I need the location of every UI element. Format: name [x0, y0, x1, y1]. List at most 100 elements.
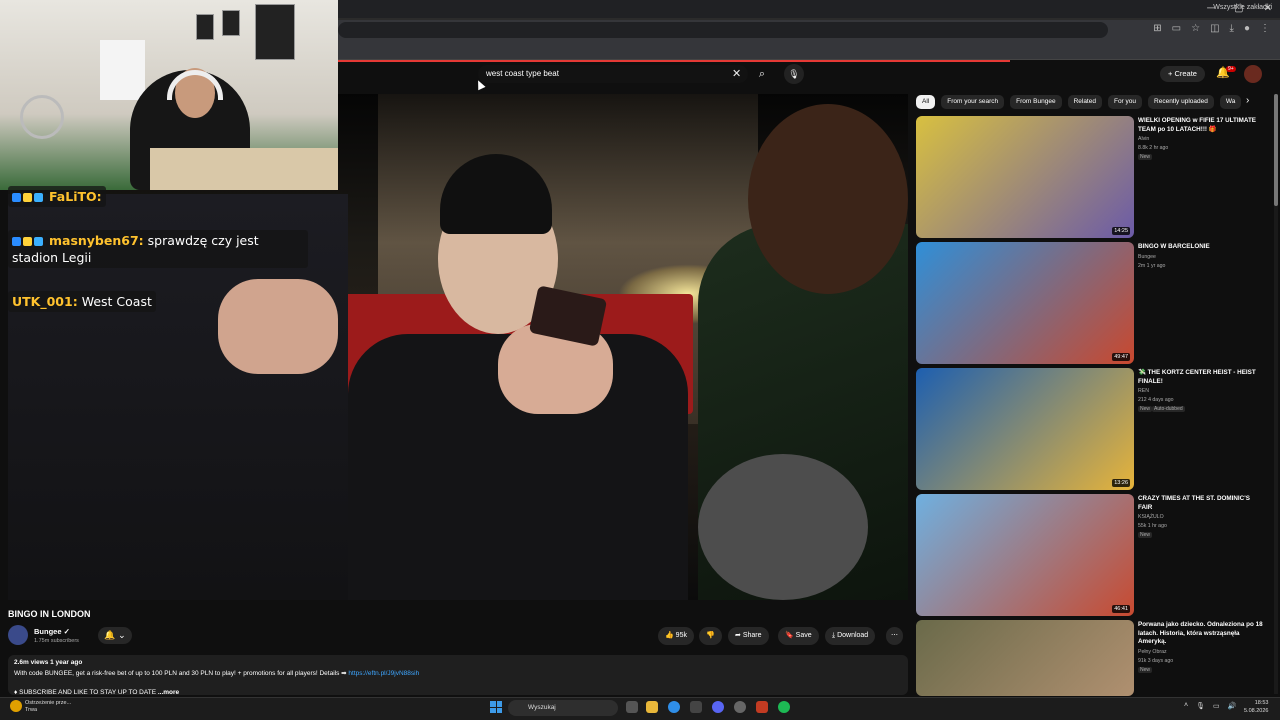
- profile-icon[interactable]: ●: [1244, 23, 1250, 34]
- related-video-title[interactable]: 💸 THE KORTZ CENTER HEIST - HEIST FINALE!: [1138, 369, 1266, 386]
- chip-all[interactable]: All: [916, 95, 936, 109]
- description-link[interactable]: https://eftn.pl/J9jvN88sih: [348, 670, 419, 677]
- all-bookmarks[interactable]: Wszystkie zakładki: [1213, 4, 1272, 11]
- tray-chevron-up-icon[interactable]: ˄: [1184, 702, 1188, 710]
- chat-message: UTK_001: West Coast: [8, 291, 156, 312]
- browser-menu-icon[interactable]: ⋮: [1260, 23, 1270, 34]
- chip-from-your-search[interactable]: From your search: [941, 95, 1005, 109]
- chat-badge-icon: [23, 237, 32, 246]
- microphone-icon: 🎙: [788, 69, 800, 79]
- task-view-icon[interactable]: [626, 701, 638, 713]
- channel-name[interactable]: Bungee ✓: [34, 627, 70, 636]
- like-button[interactable]: 👍 95k: [658, 627, 694, 645]
- related-video-meta: 91k 3 days ago: [1138, 657, 1174, 664]
- new-badge: New: [1138, 666, 1153, 673]
- thumbs-up-icon: 👍: [665, 632, 674, 639]
- related-video-title[interactable]: Porwana jako dziecko. Odnaleziona po 18 …: [1138, 621, 1266, 647]
- download-button[interactable]: ⤓ Download: [825, 627, 876, 645]
- related-video-title[interactable]: BINGO W BARCELONIE: [1138, 243, 1266, 252]
- related-video-thumbnail[interactable]: 13:26: [916, 368, 1134, 490]
- tray-network-icon[interactable]: ▭: [1213, 702, 1220, 710]
- related-video-channel[interactable]: Alvin: [1138, 136, 1149, 142]
- webcam-poster: [222, 10, 240, 36]
- video-frame-hair: [748, 104, 908, 294]
- file-explorer-icon[interactable]: [646, 701, 658, 713]
- related-video-channel[interactable]: Pełny Obraz: [1138, 649, 1167, 655]
- chevron-right-icon[interactable]: ›: [1246, 95, 1249, 106]
- tray-volume-icon[interactable]: 🔊: [1228, 702, 1237, 710]
- chat-badge-icon: [12, 193, 21, 202]
- related-video-channel[interactable]: KSIĄŻULO: [1138, 514, 1164, 520]
- spotify-icon[interactable]: [778, 701, 790, 713]
- chip-related[interactable]: Related: [1067, 95, 1102, 109]
- subscribed-notifications-button[interactable]: 🔔 ⌄: [98, 627, 132, 644]
- dislike-button[interactable]: 👎: [699, 627, 722, 645]
- chevron-down-icon: ⌄: [118, 630, 126, 640]
- channel-avatar[interactable]: [8, 625, 28, 645]
- related-video-meta: 55k 1 hr ago: [1138, 523, 1167, 529]
- scrollbar-thumb[interactable]: [1274, 94, 1278, 206]
- description-line: ♦ SUBSCRIBE AND LIKE TO STAY UP TO DATE: [14, 689, 157, 696]
- share-button[interactable]: ➦ Share: [728, 627, 769, 645]
- chip-from-bungee[interactable]: From Bungee: [1010, 95, 1062, 109]
- save-button[interactable]: 🔖 Save: [778, 627, 819, 645]
- tray-mic-icon[interactable]: 🎙: [1196, 702, 1205, 710]
- related-video-thumbnail[interactable]: 46:41: [916, 494, 1134, 616]
- chat-text: West Coast: [81, 294, 152, 309]
- related-video-meta: 2m 1 yr ago: [1138, 262, 1166, 269]
- steam-icon[interactable]: [734, 701, 746, 713]
- obs-icon[interactable]: [690, 701, 702, 713]
- translate-icon[interactable]: ⊞: [1153, 23, 1161, 34]
- weather-subtitle: Trwa: [25, 707, 38, 713]
- related-video-channel[interactable]: REN: [1138, 388, 1149, 394]
- video-frame-fur: [698, 454, 868, 600]
- show-more-link[interactable]: ...more: [158, 689, 179, 696]
- related-video-thumbnail[interactable]: [916, 620, 1134, 696]
- create-button[interactable]: + Create: [1160, 66, 1205, 82]
- auto-dubbed-badge: Auto-dubbed: [1152, 406, 1185, 412]
- related-video-thumbnail[interactable]: 14:25: [916, 116, 1134, 238]
- save-label: Save: [795, 632, 812, 639]
- notifications-badge: 9+: [1226, 66, 1236, 72]
- address-bar[interactable]: [338, 22, 1108, 38]
- taskbar-clock[interactable]: 18:53 5.08.2026: [1244, 699, 1268, 715]
- description-text-2: ♦ SUBSCRIBE AND LIKE TO STAY UP TO DATE …: [14, 689, 179, 696]
- description-text: With code BUNGEE, get a risk-free bet of…: [14, 669, 419, 677]
- windows-start-icon[interactable]: [490, 701, 502, 713]
- download-icon: ⤓: [832, 632, 836, 639]
- chat-username: UTK_001: [12, 294, 73, 309]
- downloads-icon[interactable]: ⤓: [1230, 23, 1234, 34]
- bookmark-star-icon[interactable]: ☆: [1191, 23, 1200, 34]
- account-avatar[interactable]: [1244, 65, 1262, 83]
- chat-message: masnyben67: sprawdzę czy jest stadion Le…: [8, 230, 308, 268]
- video-duration: 49:47: [1112, 353, 1130, 361]
- taskbar-search-box[interactable]: Wyszukaj: [508, 700, 618, 716]
- cast-icon[interactable]: ▭: [1172, 23, 1181, 34]
- related-video-thumbnail[interactable]: 49:47: [916, 242, 1134, 364]
- weather-warning-icon[interactable]: [10, 700, 22, 712]
- chat-message: FaLiTO:: [8, 186, 106, 207]
- bell-icon: 🔔: [104, 630, 116, 640]
- chat-badge-icon: [34, 237, 43, 246]
- chip-recently-uploaded[interactable]: Recently uploaded: [1148, 95, 1214, 109]
- discord-icon[interactable]: [712, 701, 724, 713]
- like-count: 95k: [675, 632, 687, 639]
- chip-partial[interactable]: Wa: [1219, 95, 1242, 109]
- app-icon[interactable]: [756, 701, 768, 713]
- related-video-title[interactable]: WIELKI OPENING w FIFIE 17 ULTIMATE TEAM …: [1138, 117, 1266, 134]
- clock-time: 18:53: [1254, 700, 1269, 706]
- more-actions-button[interactable]: ⋯: [886, 627, 903, 645]
- chip-for-you[interactable]: For you: [1107, 95, 1143, 109]
- related-video-channel[interactable]: Bungee: [1138, 254, 1156, 260]
- extensions-icon[interactable]: ◫: [1210, 23, 1219, 34]
- windows-taskbar: [0, 697, 1280, 720]
- chrome-icon[interactable]: [668, 701, 680, 713]
- voice-search-button[interactable]: 🎙: [784, 64, 804, 84]
- webcam-fan: [20, 95, 64, 139]
- webcam-poster: [255, 4, 295, 60]
- weather-widget[interactable]: Ostrzeżenie prze... Trwa: [25, 700, 71, 714]
- related-video-title[interactable]: CRAZY TIMES AT THE ST. DOMINIC'S FAIR: [1138, 495, 1266, 512]
- clear-search-icon[interactable]: ✕: [732, 67, 741, 80]
- chat-badge-icon: [23, 193, 32, 202]
- search-button[interactable]: ⌕: [750, 65, 774, 83]
